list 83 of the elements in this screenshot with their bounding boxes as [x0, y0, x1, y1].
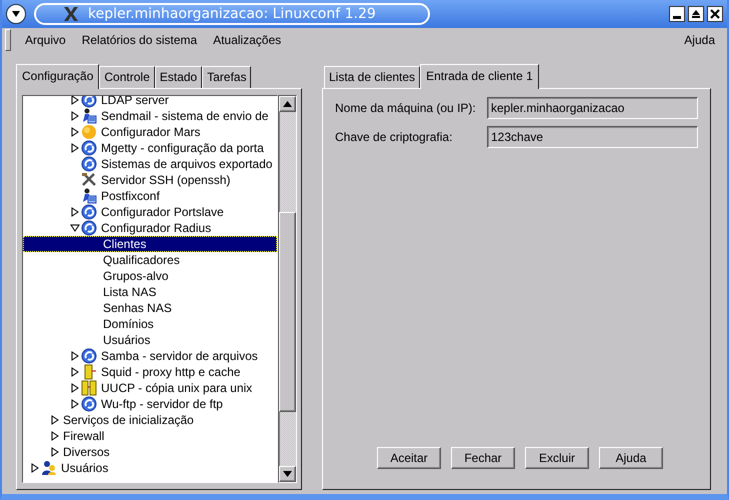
- tree-item[interactable]: Usuários: [23, 460, 277, 476]
- up-arrow-icon: [283, 101, 292, 107]
- dialog-button[interactable]: Excluir: [525, 447, 589, 469]
- tree-item[interactable]: Grupos-alvo: [23, 268, 277, 284]
- expand-arrow-icon[interactable]: [70, 207, 80, 217]
- tree-item[interactable]: Clientes: [23, 236, 277, 252]
- input-field[interactable]: kepler.minhaorganizacao: [487, 97, 698, 119]
- collapse-arrow-icon[interactable]: [70, 223, 80, 233]
- ball-icon: [81, 124, 97, 140]
- expand-arrow-icon[interactable]: [70, 127, 80, 137]
- tree-item[interactable]: Postfixconf: [23, 188, 277, 204]
- scroll-up-button[interactable]: [279, 96, 296, 112]
- menu-item[interactable]: Relatórios do sistema: [74, 33, 206, 47]
- dialog-button[interactable]: Aceitar: [377, 447, 441, 469]
- tree-item[interactable]: Samba - servidor de arquivos: [23, 348, 277, 364]
- eject-icon: [691, 9, 701, 19]
- minimize-icon: [673, 16, 681, 19]
- tree-item[interactable]: Servidor SSH (openssh): [23, 172, 277, 188]
- tree-item[interactable]: Qualificadores: [23, 252, 277, 268]
- menu-grip[interactable]: [5, 29, 11, 51]
- dialog-button[interactable]: Ajuda: [599, 447, 663, 469]
- tree-item[interactable]: Serviços de inicialização: [23, 412, 277, 428]
- person-document-icon: [81, 188, 97, 204]
- window-title: kepler.minhaorganizacao: Linuxconf 1.29: [88, 6, 376, 22]
- close-button[interactable]: [707, 6, 723, 22]
- menu-item[interactable]: Arquivo: [17, 33, 74, 47]
- window-menu-button[interactable]: [6, 4, 26, 24]
- x-logo-icon: [62, 6, 80, 22]
- expand-arrow-icon[interactable]: [70, 351, 80, 361]
- servers-icon: [81, 380, 97, 396]
- gear-icon: [81, 204, 97, 220]
- tree-item[interactable]: UUCP - cópia unix para unix: [23, 380, 277, 396]
- minimize-button[interactable]: [669, 6, 685, 22]
- tab[interactable]: Controle: [99, 66, 155, 88]
- dialog-button[interactable]: Fechar: [451, 447, 515, 469]
- gear-icon: [81, 140, 97, 156]
- tree-item[interactable]: Lista NAS: [23, 284, 277, 300]
- tree-item[interactable]: Mgetty - configuração da porta: [23, 140, 277, 156]
- down-arrow-icon: [283, 471, 292, 477]
- gear-icon: [81, 156, 97, 172]
- field-label: Chave de criptografia:: [335, 130, 454, 144]
- tree-item[interactable]: Configurador Portslave: [23, 204, 277, 220]
- tree-item[interactable]: Usuários: [23, 332, 277, 348]
- scrollbar-thumb[interactable]: [279, 212, 296, 412]
- tree-item[interactable]: Domínios: [23, 316, 277, 332]
- tree-item[interactable]: Wu-ftp - servidor de ftp: [23, 396, 277, 412]
- tab[interactable]: Configuração: [16, 64, 100, 89]
- expand-arrow-icon[interactable]: [50, 447, 60, 457]
- gear-icon: [81, 348, 97, 364]
- expand-arrow-icon[interactable]: [70, 399, 80, 409]
- tree-item[interactable]: Diversos: [23, 444, 277, 460]
- tree-item[interactable]: Firewall: [23, 428, 277, 444]
- expand-arrow-icon[interactable]: [70, 96, 80, 105]
- tab[interactable]: Estado: [154, 66, 202, 88]
- maximize-button[interactable]: [688, 6, 704, 22]
- hammer-wrench-icon: [81, 172, 97, 188]
- tree-item[interactable]: Senhas NAS: [23, 300, 277, 316]
- tree-item[interactable]: Configurador Radius: [23, 220, 277, 236]
- tree-item[interactable]: LDAP server: [23, 96, 277, 108]
- tree-item[interactable]: Sistemas de arquivos exportado: [23, 156, 277, 172]
- input-field[interactable]: 123chave: [487, 126, 698, 148]
- gear-icon: [81, 396, 97, 412]
- field-label: Nome da máquina (ou IP):: [335, 101, 477, 115]
- expand-arrow-icon[interactable]: [70, 111, 80, 121]
- tree-item[interactable]: Sendmail - sistema de envio de: [23, 108, 277, 124]
- scroll-down-button[interactable]: [279, 466, 296, 482]
- expand-arrow-icon[interactable]: [70, 367, 80, 377]
- expand-arrow-icon[interactable]: [50, 431, 60, 441]
- help-menu[interactable]: Ajuda: [676, 33, 723, 47]
- tree-item[interactable]: Configurador Mars: [23, 124, 277, 140]
- expand-arrow-icon[interactable]: [70, 383, 80, 393]
- users-icon: [41, 460, 57, 476]
- person-document-icon: [81, 108, 97, 124]
- tab[interactable]: Tarefas: [202, 66, 252, 88]
- close-icon: [710, 9, 720, 19]
- caret-icon: [11, 10, 21, 18]
- gear-icon: [81, 220, 97, 236]
- menu-item[interactable]: Atualizações: [205, 33, 290, 47]
- expand-arrow-icon[interactable]: [70, 143, 80, 153]
- tree-item[interactable]: Squid - proxy http e cache: [23, 364, 277, 380]
- tab[interactable]: Entrada de cliente 1: [420, 64, 539, 89]
- expand-arrow-icon[interactable]: [30, 463, 40, 473]
- expand-arrow-icon[interactable]: [50, 415, 60, 425]
